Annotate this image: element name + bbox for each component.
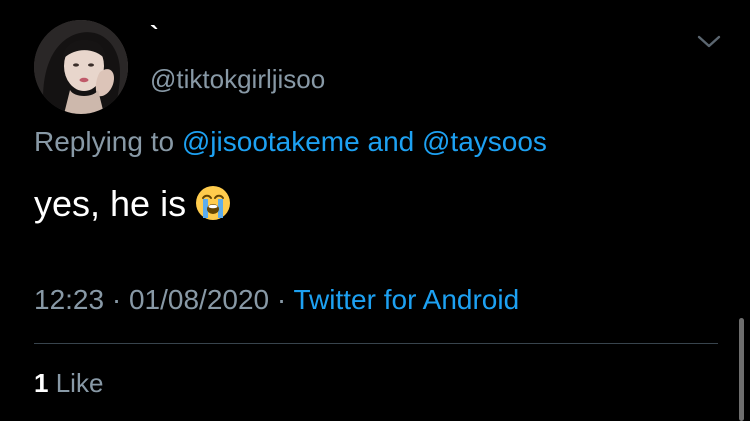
tweet-source-link[interactable]: Twitter for Android (294, 284, 520, 315)
chevron-down-icon[interactable] (694, 32, 724, 52)
replying-label: Replying to (34, 126, 175, 157)
divider (34, 343, 718, 344)
tweet-meta: 12:23 · 01/08/2020 · Twitter for Android (34, 283, 519, 317)
reply-mention-link[interactable]: @taysoos (422, 126, 547, 157)
avatar-image (34, 20, 128, 114)
avatar[interactable] (34, 20, 128, 114)
meta-separator: · (276, 284, 287, 315)
reply-mention-link[interactable]: @jisootakeme (182, 126, 360, 157)
tweet-text-content: yes, he is (34, 183, 187, 224)
tweet-time: 12:23 (34, 284, 105, 315)
like-label: Like (55, 368, 104, 398)
tweet-date: 01/08/2020 (128, 284, 270, 315)
user-handle[interactable]: @tiktokgirljisoo (150, 63, 325, 95)
loudly-crying-face-icon (196, 186, 231, 220)
like-count: 1 (34, 368, 49, 398)
tweet-text: yes, he is (34, 182, 232, 226)
scrollbar[interactable] (739, 318, 744, 421)
display-name[interactable]: ` (150, 20, 159, 50)
reply-connector[interactable]: and (368, 126, 415, 157)
meta-separator: · (111, 284, 122, 315)
likes-stat[interactable]: 1 Like (34, 366, 103, 400)
replying-to-line: Replying to @jisootakeme and @taysoos (34, 124, 547, 160)
tweet-detail: ` @tiktokgirljisoo Replying to @jisootak… (0, 0, 750, 421)
